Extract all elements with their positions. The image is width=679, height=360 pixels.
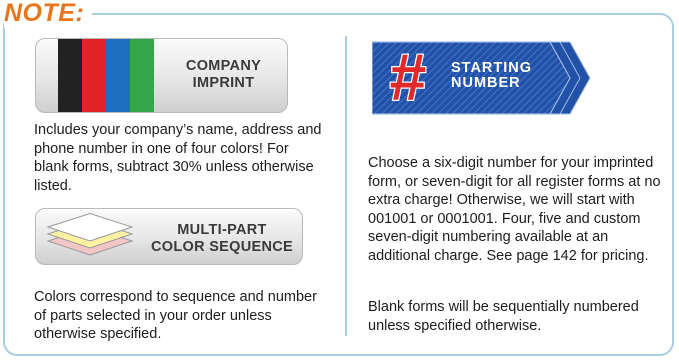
stacked-sheets-icon xyxy=(46,213,134,256)
multi-part-description: Colors correspond to sequence and number… xyxy=(34,289,317,342)
company-imprint-label-line1: COMPANY xyxy=(185,58,262,74)
stripe-green xyxy=(130,39,154,112)
stripe-black xyxy=(58,39,82,112)
multi-part-label: MULTI-PART COLOR SEQUENCE xyxy=(147,222,297,256)
company-imprint-badge: COMPANY IMPRINT xyxy=(35,38,288,113)
multi-part-label-line1: MULTI-PART xyxy=(177,222,267,238)
starting-number-label-line1: STARTING xyxy=(451,60,533,76)
company-imprint-label-line2: IMPRINT xyxy=(192,75,255,91)
starting-number-label-line2: NUMBER xyxy=(451,75,521,91)
multi-part-label-line2: COLOR SEQUENCE xyxy=(151,239,293,255)
color-stripes xyxy=(58,39,154,112)
starting-number-description: Choose a six-digit number for your impri… xyxy=(368,155,661,264)
company-imprint-label: COMPANY IMPRINT xyxy=(166,58,281,92)
starting-number-label: STARTING NUMBER xyxy=(451,61,541,91)
company-imprint-description: Includes your company’s name, address an… xyxy=(34,122,322,194)
svg-text:#: # xyxy=(390,40,427,114)
blank-forms-note: Blank forms will be sequentially numbere… xyxy=(368,299,639,334)
starting-number-badge: # STARTING NUMBER xyxy=(371,38,594,123)
multi-part-badge: MULTI-PART COLOR SEQUENCE xyxy=(35,208,303,265)
stripe-red xyxy=(82,39,106,112)
column-divider xyxy=(345,36,347,336)
stripe-blue xyxy=(106,39,130,112)
note-title: NOTE: xyxy=(4,0,93,28)
